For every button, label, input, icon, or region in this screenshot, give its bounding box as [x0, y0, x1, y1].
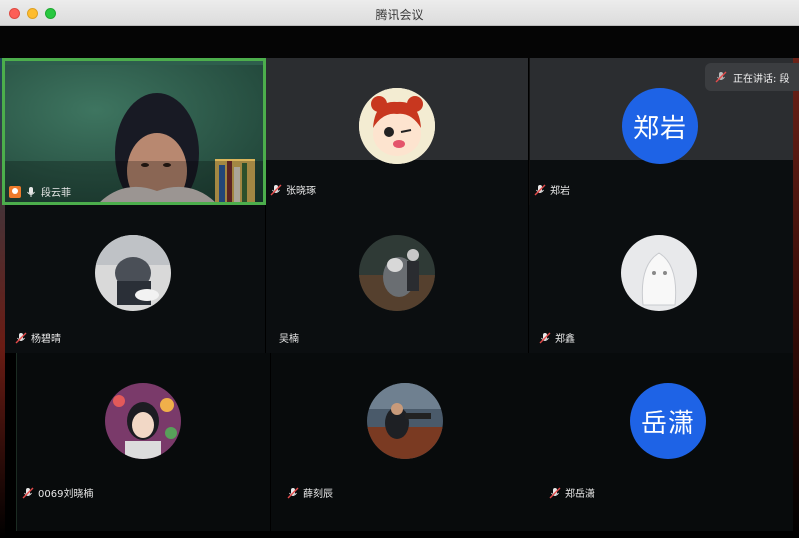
microphone-muted-icon [22, 487, 34, 499]
participant-tile[interactable]: 吴楠 [266, 205, 528, 353]
participant-name-avatar: 郑岩 [622, 88, 698, 164]
participant-name: 郑岳潇 [565, 489, 595, 500]
participant-tile[interactable]: 岳潇 郑岳潇 [533, 353, 793, 531]
window-titlebar: 腾讯会议 [0, 0, 799, 26]
microphone-muted-icon [287, 487, 299, 499]
participant-name: 杨碧晴 [31, 334, 61, 345]
participant-tile[interactable]: 张晓琢 [266, 58, 528, 205]
speaking-indicator[interactable]: 正在讲话: 段 [705, 63, 799, 91]
participant-avatar [105, 383, 181, 459]
participant-name: 0069刘晓楠 [38, 489, 94, 500]
participant-avatar [359, 235, 435, 311]
participant-name-row: 吴楠 [279, 330, 299, 345]
video-feed [5, 61, 263, 202]
participant-name: 吴楠 [279, 334, 299, 345]
participant-name-avatar: 岳潇 [630, 383, 706, 459]
window-title: 腾讯会议 [375, 8, 424, 22]
participant-tile[interactable]: 杨碧晴 [5, 205, 265, 353]
participant-name-row: 张晓琢 [270, 182, 316, 197]
microphone-muted-icon [549, 487, 561, 499]
participant-name-row: 薛刻辰 [287, 485, 333, 500]
participant-name-row: 郑鑫 [539, 330, 575, 345]
participant-name: 郑岩 [550, 186, 570, 197]
participant-tile[interactable]: 郑鑫 [529, 205, 793, 353]
participant-name-row: 郑岩 [534, 182, 570, 197]
microphone-muted-icon [534, 184, 546, 196]
speaking-label: 正在讲话: 段 [733, 73, 790, 85]
participant-avatar [95, 235, 171, 311]
participant-name-row: 0069刘晓楠 [22, 485, 93, 500]
background-edge-right [793, 58, 799, 538]
host-badge-icon [9, 185, 21, 198]
participant-avatar [621, 235, 697, 311]
microphone-muted-icon [15, 332, 27, 344]
participant-name-row: 杨碧晴 [15, 330, 61, 345]
participant-name: 张晓琢 [286, 186, 316, 197]
participant-avatar [367, 383, 443, 459]
speaking-microphone-icon [715, 71, 727, 83]
participant-tile-video[interactable]: 段云菲 [2, 58, 266, 205]
participant-avatar [359, 88, 435, 164]
participant-name: 郑鑫 [555, 334, 575, 345]
participant-name: 段云菲 [41, 188, 71, 199]
participant-tile[interactable]: 薛刻辰 [271, 353, 533, 531]
microphone-icon [25, 186, 37, 198]
microphone-muted-icon [539, 332, 551, 344]
participant-name: 薛刻辰 [303, 489, 333, 500]
participant-name-row: 郑岳潇 [549, 485, 595, 500]
participant-name-row: 段云菲 [9, 184, 71, 199]
top-strip [0, 26, 799, 58]
participant-tile[interactable]: 0069刘晓楠 [16, 353, 270, 531]
microphone-muted-icon [270, 184, 282, 196]
